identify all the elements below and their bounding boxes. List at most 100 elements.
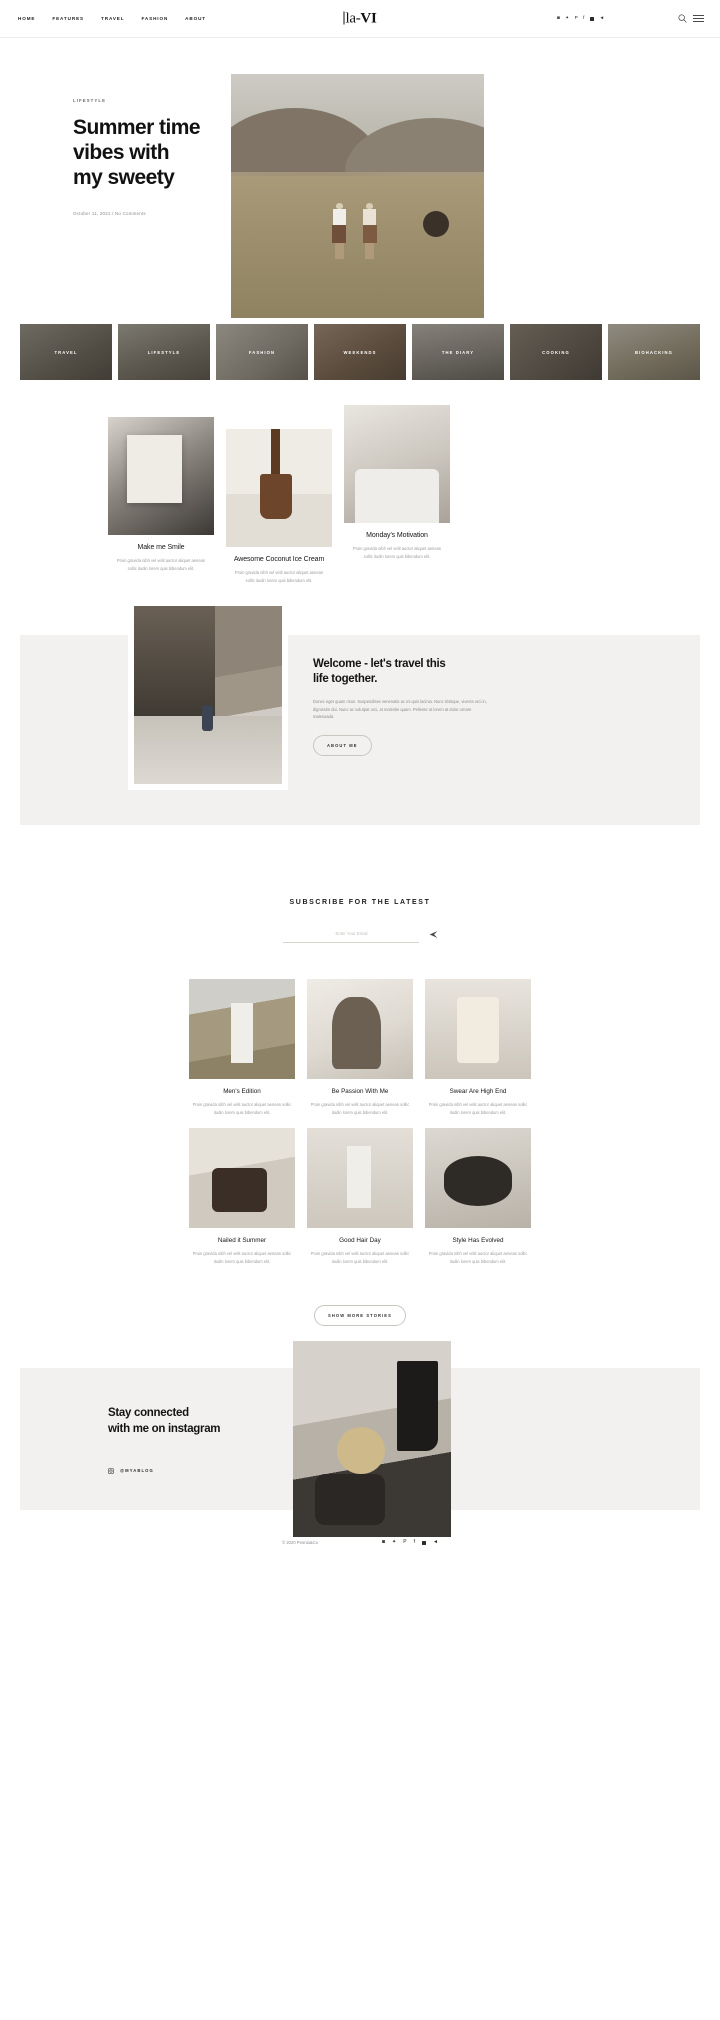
- hero-image-figure-right: [362, 203, 377, 260]
- hero-post-meta: October 11, 2021 / No Comments: [73, 211, 146, 216]
- post-thumbnail[interactable]: [344, 405, 450, 523]
- story-card[interactable]: Be Passion With Me Proin gravida nibh ve…: [307, 979, 413, 1116]
- send-arrow-icon[interactable]: [429, 930, 438, 943]
- instagram-heading: Stay connected with me on instagram: [108, 1406, 221, 1437]
- subscribe-form: [0, 930, 720, 943]
- story-excerpt: Proin gravida nibh vel velit auctor aliq…: [310, 1102, 410, 1115]
- story-card[interactable]: Style Has Evolved Proin gravida nibh vel…: [425, 1128, 531, 1265]
- logo-light: la-: [345, 10, 361, 26]
- telegram-icon[interactable]: ◄: [433, 1540, 438, 1545]
- welcome-heading-line-1: Welcome - let's travel this: [313, 658, 446, 670]
- instagram-icon[interactable]: ◙: [382, 1540, 385, 1545]
- welcome-image[interactable]: [128, 600, 288, 790]
- tumblr-icon[interactable]: [589, 16, 594, 21]
- welcome-text-block: Welcome - let's travel this life togethe…: [313, 657, 493, 756]
- category-label: FASHION: [248, 349, 276, 355]
- search-icon[interactable]: [674, 11, 690, 27]
- welcome-heading-line-2: life together.: [313, 673, 378, 685]
- hero-title-line-1: Summer time: [73, 116, 201, 139]
- post-thumbnail[interactable]: [226, 429, 332, 547]
- featured-post-card[interactable]: Awesome Coconut Ice Cream Proin gravida …: [226, 429, 332, 584]
- story-card[interactable]: Swear Are High End Proin gravida nibh ve…: [425, 979, 531, 1116]
- subscribe-section: SUBSCRIBE FOR THE LATEST: [0, 899, 720, 943]
- pinterest-icon[interactable]: P: [575, 16, 578, 21]
- hero-image-hat-accent: [422, 211, 449, 238]
- category-tile-travel[interactable]: TRAVEL: [20, 324, 112, 380]
- stories-grid: Men's Edition Proin gravida nibh vel vel…: [0, 979, 720, 1265]
- story-thumbnail[interactable]: [307, 1128, 413, 1228]
- facebook-icon[interactable]: f: [583, 16, 584, 21]
- twitter-icon[interactable]: ✦: [565, 16, 569, 21]
- telegram-icon[interactable]: ◄: [599, 16, 604, 21]
- story-thumbnail[interactable]: [189, 979, 295, 1079]
- post-title[interactable]: Awesome Coconut Ice Cream: [226, 556, 332, 563]
- featured-post-card[interactable]: Monday's Motivation Proin gravida nibh v…: [344, 405, 450, 560]
- instagram-image[interactable]: [293, 1341, 451, 1537]
- story-excerpt: Proin gravida nibh vel velit auctor aliq…: [192, 1251, 292, 1264]
- hero-text-block: LIFESTYLE Summer time vibes with my swee…: [73, 98, 233, 216]
- category-label: THE DIARY: [441, 349, 475, 355]
- nav-item-about[interactable]: ABOUT: [185, 16, 206, 21]
- story-card[interactable]: Good Hair Day Proin gravida nibh vel vel…: [307, 1128, 413, 1265]
- instagram-image-glass: [337, 1427, 385, 1475]
- story-title[interactable]: Good Hair Day: [307, 1237, 413, 1244]
- story-title[interactable]: Swear Are High End: [425, 1088, 531, 1095]
- hero-image-figure-left: [332, 203, 347, 260]
- category-tile-the-diary[interactable]: THE DIARY: [412, 324, 504, 380]
- instagram-handle-link[interactable]: @MYABLOG: [108, 1461, 154, 1479]
- story-thumbnail[interactable]: [189, 1128, 295, 1228]
- post-title[interactable]: Monday's Motivation: [344, 532, 450, 539]
- site-header: HOME FEATURES TRAVEL FASHION ABOUT la-VI…: [0, 0, 720, 38]
- story-thumbnail[interactable]: [307, 979, 413, 1079]
- story-title[interactable]: Style Has Evolved: [425, 1237, 531, 1244]
- nav-item-home[interactable]: HOME: [18, 16, 35, 21]
- hamburger-menu-icon[interactable]: [690, 11, 706, 27]
- story-card[interactable]: Men's Edition Proin gravida nibh vel vel…: [189, 979, 295, 1116]
- welcome-image-person: [202, 704, 214, 731]
- footer-social-links: ◙ ✦ P f ◄: [382, 1540, 438, 1545]
- show-more-stories-button[interactable]: SHOW MORE STORIES: [314, 1305, 406, 1326]
- facebook-icon[interactable]: f: [414, 1540, 415, 1545]
- post-excerpt: Proin gravida nibh vel velit auctor aliq…: [234, 570, 324, 583]
- main-navigation: HOME FEATURES TRAVEL FASHION ABOUT: [18, 16, 206, 21]
- twitter-icon[interactable]: ✦: [392, 1540, 396, 1545]
- instagram-icon[interactable]: ◙: [557, 16, 560, 21]
- welcome-section: Welcome - let's travel this life togethe…: [20, 600, 700, 825]
- email-input[interactable]: [282, 931, 419, 943]
- story-title[interactable]: Men's Edition: [189, 1088, 295, 1095]
- post-thumbnail[interactable]: [108, 417, 214, 535]
- story-card[interactable]: Nailed it Summer Proin gravida nibh vel …: [189, 1128, 295, 1265]
- story-title[interactable]: Nailed it Summer: [189, 1237, 295, 1244]
- hero-category-label[interactable]: LIFESTYLE: [73, 98, 233, 103]
- category-tile-lifestyle[interactable]: LIFESTYLE: [118, 324, 210, 380]
- hero-title[interactable]: Summer time vibes with my sweety: [73, 115, 233, 190]
- category-tile-biohacking[interactable]: BIOHACKING: [608, 324, 700, 380]
- category-label: BIOHACKING: [635, 349, 673, 355]
- category-label: COOKING: [542, 349, 570, 355]
- nav-item-fashion[interactable]: FASHION: [141, 16, 168, 21]
- nav-item-travel[interactable]: TRAVEL: [101, 16, 124, 21]
- nav-item-features[interactable]: FEATURES: [52, 16, 84, 21]
- story-excerpt: Proin gravida nibh vel velit auctor aliq…: [428, 1251, 528, 1264]
- story-thumbnail[interactable]: [425, 979, 531, 1079]
- hero-title-line-2: vibes with: [73, 141, 170, 164]
- instagram-handle-label: @MYABLOG: [120, 1467, 154, 1473]
- hero-image[interactable]: [231, 74, 484, 318]
- welcome-body-text: Donec eget quam risus. Suspendisse venen…: [313, 699, 487, 719]
- story-excerpt: Proin gravida nibh vel velit auctor aliq…: [310, 1251, 410, 1264]
- story-thumbnail[interactable]: [425, 1128, 531, 1228]
- category-tile-weekends[interactable]: WEEKENDS: [314, 324, 406, 380]
- story-excerpt: Proin gravida nibh vel velit auctor aliq…: [428, 1102, 528, 1115]
- pinterest-icon[interactable]: P: [403, 1540, 406, 1545]
- instagram-icon: [108, 1461, 114, 1479]
- welcome-image-rock: [134, 606, 216, 717]
- post-title[interactable]: Make me Smile: [108, 544, 214, 551]
- about-me-button[interactable]: ABOUT ME: [313, 734, 372, 756]
- post-excerpt: Proin gravida nibh vel velit auctor aliq…: [352, 546, 442, 559]
- category-tile-fashion[interactable]: FASHION: [216, 324, 308, 380]
- tumblr-icon[interactable]: [421, 1540, 426, 1545]
- category-tile-cooking[interactable]: COOKING: [510, 324, 602, 380]
- site-logo[interactable]: la-VI: [343, 10, 377, 27]
- featured-post-card[interactable]: Make me Smile Proin gravida nibh vel vel…: [108, 417, 214, 572]
- story-title[interactable]: Be Passion With Me: [307, 1088, 413, 1095]
